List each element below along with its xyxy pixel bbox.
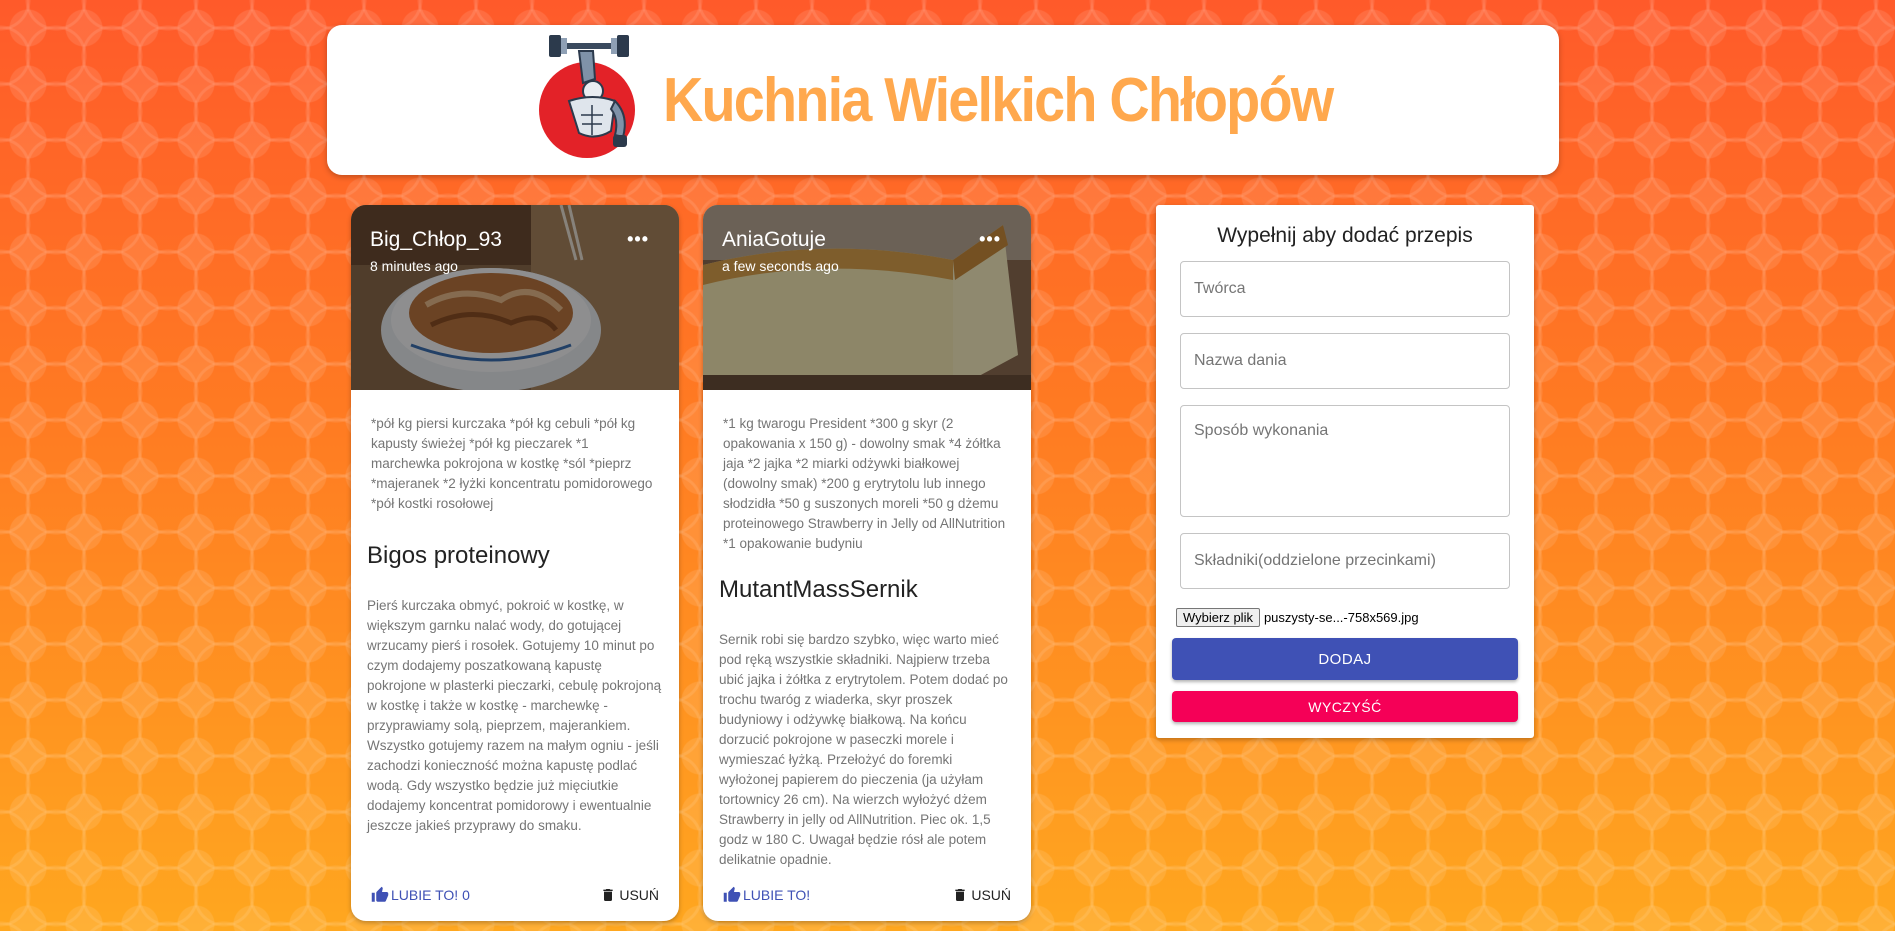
delete-button[interactable]: USUŃ [600, 886, 659, 904]
like-label: LUBIE TO! 0 [391, 887, 470, 903]
recipe-title: Bigos proteinowy [367, 542, 550, 569]
recipe-creator: AniaGotuje [722, 228, 826, 251]
delete-label: USUŃ [619, 887, 659, 903]
ingredients-input[interactable]: Składniki(oddzielone przecinkami) [1180, 533, 1510, 589]
choose-file-button[interactable]: Wybierz plik [1176, 608, 1260, 627]
form-title: Wypełnij aby dodać przepis [1217, 224, 1473, 247]
method-textarea[interactable]: Sposób wykonania [1180, 405, 1510, 517]
recipe-timestamp: a few seconds ago [722, 258, 839, 274]
more-options-button[interactable]: ••• [979, 229, 1001, 250]
recipe-ingredients: *pół kg piersi kurczaka *pół kg cebuli *… [371, 416, 653, 511]
more-options-button[interactable]: ••• [627, 229, 649, 250]
delete-label: USUŃ [971, 887, 1011, 903]
app-bar: Kuchnia Wielkich Chłopów [327, 25, 1559, 175]
recipe-creator: Big_Chłop_93 [370, 228, 502, 251]
app-title: Kuchnia Wielkich Chłopów [662, 65, 1334, 135]
thumb-up-icon [371, 886, 389, 902]
recipe-method: Pierś kurczaka obmyć, pokroić w kostkę, … [367, 598, 662, 833]
dish-name-input[interactable]: Nazwa dania [1180, 333, 1510, 389]
card-actions: LUBIE TO! USUŃ [703, 883, 1031, 907]
creator-input[interactable]: Twórca [1180, 261, 1510, 317]
thumb-up-icon [723, 886, 741, 902]
delete-button[interactable]: USUŃ [952, 886, 1011, 904]
bodybuilder-dumbbell-logo-icon [538, 35, 635, 158]
trash-icon [955, 889, 965, 901]
like-button[interactable]: LUBIE TO! [723, 886, 810, 904]
submit-button[interactable]: DODAJ [1172, 638, 1518, 680]
recipe-method: Sernik robi się bardzo szybko, więc wart… [719, 632, 1008, 867]
trash-icon [603, 889, 613, 901]
add-recipe-form: Wypełnij aby dodać przepis Twórca Nazwa … [1156, 205, 1534, 738]
recipe-image: AniaGotuje a few seconds ago ••• [703, 205, 1031, 390]
clear-button[interactable]: WYCZYŚĆ [1172, 691, 1518, 722]
card-actions: LUBIE TO! 0 USUŃ [351, 883, 679, 907]
recipe-title: MutantMassSernik [719, 576, 918, 603]
like-button[interactable]: LUBIE TO! 0 [371, 886, 470, 904]
recipe-card: AniaGotuje a few seconds ago ••• *1 kg t… [703, 205, 1031, 921]
file-name: puszysty-se...-758x569.jpg [1263, 610, 1419, 625]
file-picker: Wybierz plik puszysty-se...-758x569.jpg [1176, 608, 1419, 627]
recipe-ingredients: *1 kg twarogu President *300 g skyr (2 o… [723, 416, 1006, 551]
recipe-timestamp: 8 minutes ago [370, 258, 458, 274]
recipe-image: Big_Chłop_93 8 minutes ago ••• [351, 205, 679, 390]
like-label: LUBIE TO! [743, 887, 811, 903]
recipe-card: Big_Chłop_93 8 minutes ago ••• *pół kg p… [351, 205, 679, 921]
